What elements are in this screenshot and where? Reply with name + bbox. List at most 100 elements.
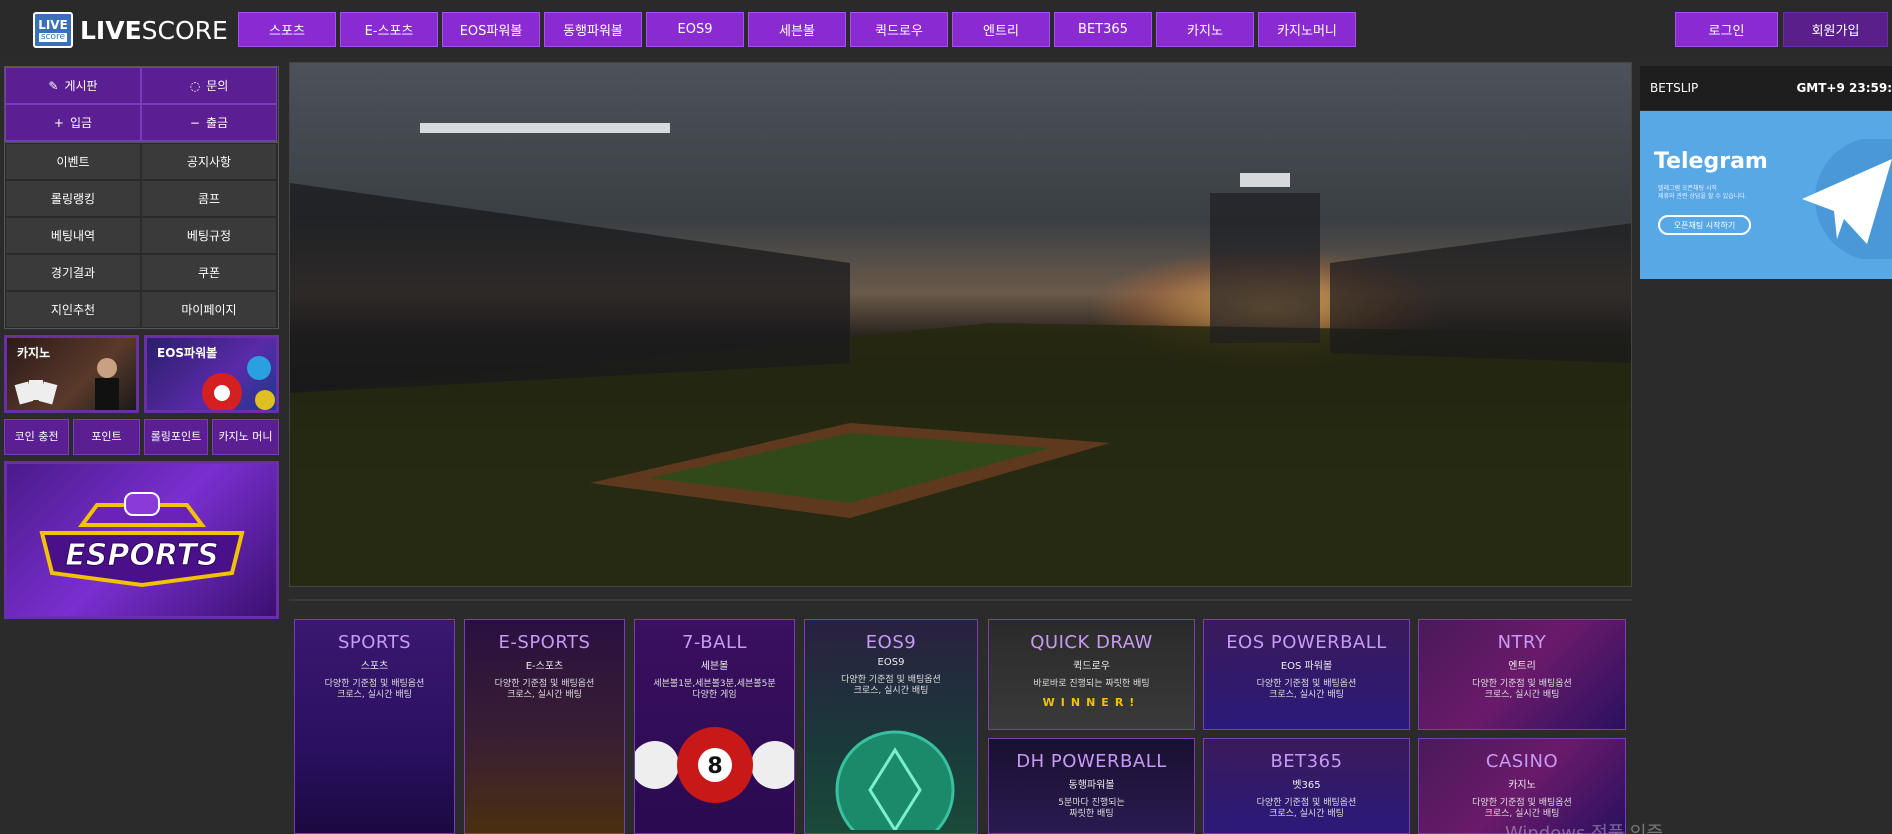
casino-money-button[interactable]: 카지노 머니 [212, 419, 279, 455]
page: LIVE score LIVESCORE 스포츠 E-스포츠 EOS파워볼 동행… [0, 0, 1892, 834]
card-title: BET365 [1270, 751, 1343, 772]
sidebar-item-results[interactable]: 경기결과 [5, 254, 141, 291]
nav-entry[interactable]: 엔트리 [952, 12, 1050, 47]
sidebar-item-bet-history[interactable]: 베팅내역 [5, 217, 141, 254]
header: LIVE score LIVESCORE 스포츠 E-스포츠 EOS파워볼 동행… [0, 0, 1892, 58]
telegram-open-chat-button[interactable]: 오픈채팅 시작하기 [1658, 215, 1751, 235]
card-description: 다양한 기준점 및 배팅옵션 크로스, 실시간 배팅 [1256, 798, 1357, 819]
sidebar-item-notice[interactable]: 공지사항 [141, 143, 277, 180]
withdraw-label: 출금 [205, 116, 229, 130]
nav-casino[interactable]: 카지노 [1156, 12, 1254, 47]
card-description: 다양한 기준점 및 배팅옵션 크로스, 실시간 배팅 [1472, 798, 1572, 819]
divider [289, 599, 1632, 601]
sidebar-primary-menu: ✎ 게시판 ◌ 문의 + 입금 − 출금 [4, 66, 279, 142]
board-label: 게시판 [64, 79, 98, 93]
login-button[interactable]: 로그인 [1675, 12, 1778, 47]
nav-eos-powerball[interactable]: EOS파워볼 [442, 12, 540, 47]
eos-powerball-promo[interactable]: EOS파워볼 [144, 335, 279, 413]
card-title: 7-BALL [681, 632, 748, 653]
game-card-sports[interactable]: SPORTS 스포츠 다양한 기준점 및 배팅옵션 크로스, 실시간 배팅 [294, 619, 455, 834]
board-button[interactable]: ✎ 게시판 [5, 67, 141, 104]
card-title: CASINO [1485, 751, 1559, 772]
card-subtitle: 세븐볼 [700, 661, 729, 672]
card-description: 다양한 기준점 및 배팅옵션 크로스, 실시간 배팅 [841, 675, 941, 696]
logo[interactable]: LIVE score LIVESCORE [33, 12, 228, 48]
eos-coin-icon [835, 730, 955, 830]
sidebar-item-event[interactable]: 이벤트 [5, 143, 141, 180]
chat-icon: ◌ [189, 78, 201, 93]
stadium-illustration [290, 123, 1631, 586]
card-title: E-SPORTS [498, 632, 591, 653]
rolling-points-button[interactable]: 롤링포인트 [144, 419, 208, 455]
game-card-dh-powerball[interactable]: DH POWERBALL 동행파워볼 5분마다 진행되는 짜릿한 배팅 [988, 738, 1195, 834]
edit-icon: ✎ [48, 78, 59, 93]
casino-promo[interactable]: 카지노 [4, 335, 139, 413]
card-description: 다양한 기준점 및 배팅옵션 크로스, 실시간 배팅 [324, 679, 425, 700]
points-button[interactable]: 포인트 [73, 419, 140, 455]
betslip-label: BETSLIP [1650, 81, 1699, 95]
card-description: 다양한 기준점 및 배팅옵션 크로스, 실시간 배팅 [1256, 679, 1357, 700]
telegram-title: Telegram [1654, 149, 1768, 174]
card-subtitle: 벳365 [1292, 780, 1321, 791]
card-subtitle: E-스포츠 [525, 661, 564, 672]
sidebar-item-rolling-ranking[interactable]: 롤링랭킹 [5, 180, 141, 217]
powerball-icon [202, 356, 275, 410]
card-subtitle: 퀵드로우 [1073, 661, 1110, 672]
signup-button[interactable]: 회원가입 [1783, 12, 1888, 47]
sidebar-item-coupon[interactable]: 쿠폰 [141, 254, 277, 291]
nav-sevenball[interactable]: 세븐볼 [748, 12, 846, 47]
telegram-banner[interactable]: Telegram 텔레그램 오픈채팅 시작 제휴와 관련 상담을 할 수 있습니… [1640, 111, 1892, 279]
logo-name-light: SCORE [141, 15, 228, 45]
nav-eos9[interactable]: EOS9 [646, 12, 744, 47]
nav-bet365[interactable]: BET365 [1054, 12, 1152, 47]
wallet-row: 코인 충전 포인트 롤링포인트 카지노 머니 [4, 419, 279, 455]
game-card-eos9[interactable]: EOS9 EOS9 다양한 기준점 및 배팅옵션 크로스, 실시간 배팅 [804, 619, 978, 834]
logo-top-text: LIVE [38, 17, 68, 32]
telegram-plane-icon [1802, 139, 1892, 259]
game-card-7ball[interactable]: 7-BALL 세븐볼 세븐볼1분,세븐볼3분,세븐볼5분 다양한 게임 8 [634, 619, 795, 834]
betslip-header: BETSLIP GMT+9 23:59: [1640, 66, 1892, 110]
nav-sports[interactable]: 스포츠 [238, 12, 336, 47]
inquiry-button[interactable]: ◌ 문의 [141, 67, 277, 104]
telegram-description: 텔레그램 오픈채팅 시작 제휴와 관련 상담을 할 수 있습니다. [1658, 185, 1747, 200]
sidebar-item-referral[interactable]: 지인추천 [5, 291, 141, 328]
esports-banner[interactable]: ESPORTS [4, 461, 279, 619]
card-subtitle: 엔트리 [1508, 661, 1536, 672]
card-title: SPORTS [337, 632, 412, 653]
sidebar-secondary-menu: 이벤트 공지사항 롤링랭킹 콤프 베팅내역 베팅규정 경기결과 쿠폰 지인추천 … [4, 142, 279, 329]
logo-badge: LIVE score [33, 12, 73, 48]
card-title: NTRY [1497, 632, 1547, 653]
casino-cards-icon [14, 358, 119, 410]
logo-wordmark: LIVESCORE [80, 16, 228, 45]
esports-logo: ESPORTS [38, 492, 245, 588]
inquiry-label: 문의 [206, 79, 229, 93]
card-subtitle: 스포츠 [360, 661, 389, 672]
windows-activation-watermark: Windows 정품 인증 [1505, 823, 1664, 834]
nav-quickdraw[interactable]: 퀵드로우 [850, 12, 948, 47]
card-title: QUICK DRAW [1030, 632, 1153, 653]
sidebar-item-comp[interactable]: 콤프 [141, 180, 277, 217]
minus-icon: − [189, 115, 200, 130]
logo-bottom-text: score [38, 31, 68, 42]
sidebar-item-bet-rules[interactable]: 베팅규정 [141, 217, 277, 254]
game-card-esports[interactable]: E-SPORTS E-스포츠 다양한 기준점 및 배팅옵션 크로스, 실시간 배… [464, 619, 625, 834]
game-card-eos-powerball[interactable]: EOS POWERBALL EOS 파워볼 다양한 기준점 및 배팅옵션 크로스… [1203, 619, 1410, 730]
esports-banner-text: ESPORTS [65, 538, 218, 573]
withdraw-button[interactable]: − 출금 [141, 104, 277, 141]
plus-icon: + [53, 115, 64, 130]
card-description: 5분마다 진행되는 짜릿한 배팅 [1058, 798, 1125, 819]
winner-text: WINNER! [1042, 695, 1141, 709]
server-time: GMT+9 23:59: [1796, 81, 1892, 95]
game-card-quick-draw[interactable]: QUICK DRAW 퀵드로우 바로바로 진행되는 짜릿한 배팅 WINNER! [988, 619, 1195, 730]
nav-casino-money[interactable]: 카지노머니 [1258, 12, 1356, 47]
game-card-bet365[interactable]: BET365 벳365 다양한 기준점 및 배팅옵션 크로스, 실시간 배팅 [1203, 738, 1410, 834]
nav-dh-powerball[interactable]: 동행파워볼 [544, 12, 642, 47]
deposit-button[interactable]: + 입금 [5, 104, 141, 141]
nav-esports[interactable]: E-스포츠 [340, 12, 438, 47]
card-title: EOS9 [865, 632, 917, 653]
coin-charge-button[interactable]: 코인 충전 [4, 419, 69, 455]
game-card-ntry[interactable]: NTRY 엔트리 다양한 기준점 및 배팅옵션 크로스, 실시간 배팅 [1418, 619, 1626, 730]
svg-text:8: 8 [707, 754, 722, 779]
sidebar-item-mypage[interactable]: 마이페이지 [141, 291, 277, 328]
auth-buttons: 로그인 회원가입 [1675, 12, 1888, 47]
